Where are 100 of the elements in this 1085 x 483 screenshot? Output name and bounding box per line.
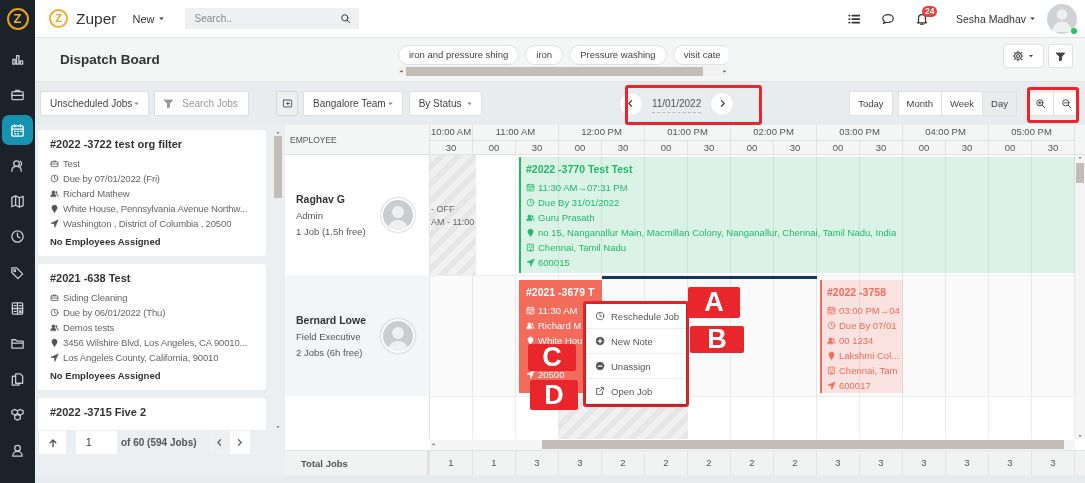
clock-icon — [526, 198, 535, 207]
job-detail: White Hou — [538, 334, 583, 347]
job-title: #2022 -3715 Five 2 — [50, 406, 148, 418]
annotation-label: C — [528, 344, 576, 371]
today-button[interactable]: Today — [849, 91, 893, 116]
minute-label: 30 — [602, 141, 645, 154]
team-dropdown[interactable]: Bangalore Team — [303, 91, 403, 116]
employee-name: Raghav G — [296, 193, 346, 205]
location-pin-icon — [827, 351, 836, 360]
hour-label: 04:00 PM — [903, 125, 989, 140]
brand-name: Zuper — [76, 9, 117, 28]
location-pin-icon — [50, 204, 59, 213]
logo[interactable]: Z — [6, 8, 29, 30]
grouping-dropdown[interactable]: By Status — [408, 91, 482, 116]
job-card[interactable]: #2022 -3715 Five 2 — [38, 398, 266, 430]
annotation-label: A — [688, 287, 740, 318]
job-card[interactable]: #2021 -638 Test Siding Cleaning Due by 06/01/2022 (Thu) Demos tests 3456 Wilshire Blvd, Los Angeles, CA 90010... Los Angeles County, California, 90010 No Employees Assigned — [38, 264, 266, 390]
total-count: 3 — [559, 451, 602, 475]
view-tab[interactable]: Day — [983, 91, 1017, 116]
scrollbar-thumb[interactable] — [274, 136, 282, 198]
filter-chip[interactable]: iron — [525, 45, 564, 65]
menu-item[interactable]: Reschedule Job — [586, 304, 686, 329]
cubes-icon — [10, 407, 25, 423]
minute-label: 00 — [817, 141, 860, 154]
external-link-icon — [595, 386, 605, 396]
filter-chip[interactable]: Pressure washing — [569, 45, 667, 65]
panel-toggle-button[interactable] — [276, 91, 298, 116]
column-heading: EMPLOYEE — [285, 125, 430, 154]
hour-label: 11:00 AM — [473, 125, 559, 140]
minute-label: 00 — [645, 141, 688, 154]
scrollbar-thumb[interactable] — [542, 440, 1064, 449]
minute-label: 30 — [516, 141, 559, 154]
scrollbar-thumb[interactable] — [1076, 163, 1084, 183]
menu-item[interactable]: Unassign — [586, 354, 686, 379]
navigation-arrow-icon — [50, 219, 59, 228]
chat-icon[interactable] — [880, 11, 895, 26]
total-count: 3 — [989, 451, 1032, 475]
total-count: 2 — [731, 451, 774, 475]
employee-role: Field Executive — [296, 330, 362, 342]
previous-day-button[interactable] — [618, 91, 643, 116]
menu-item[interactable]: Open Job — [586, 379, 686, 404]
next-page-button[interactable] — [229, 431, 250, 454]
calendar-icon — [526, 183, 535, 192]
employee-role: Admin — [296, 210, 324, 221]
back-to-top-button[interactable] — [39, 431, 66, 454]
filter-chip[interactable]: visit cate — [672, 45, 728, 65]
person-icon — [10, 443, 25, 459]
job-filter-dropdown[interactable]: Unscheduled Jobs — [40, 91, 150, 116]
job-detail: 600015 — [538, 256, 570, 270]
job-detail: Demos tests — [63, 321, 115, 335]
hour-label: 02:00 PM — [731, 125, 817, 140]
job-detail: 03:00 PM→04 — [839, 304, 900, 318]
totals-label: Total Jobs — [285, 451, 430, 475]
job-detail: 11:30 AM — [538, 304, 578, 318]
job-detail: White House, Pennsylvania Avenue Northw... — [63, 202, 248, 216]
total-count: 2 — [688, 451, 731, 475]
job-detail: Due By 31/01/2022 — [538, 196, 620, 210]
documents-icon — [10, 371, 25, 387]
caret-icon — [132, 99, 142, 108]
view-tab[interactable]: Week — [941, 91, 984, 116]
job-detail: Due by 07/01/2022 (Fri) — [63, 172, 160, 186]
minute-label: 30 — [688, 141, 731, 154]
horizontal-scrollbar[interactable] — [430, 439, 1075, 450]
date-picker[interactable]: 11/01/2022 — [651, 94, 702, 113]
map-icon — [10, 193, 25, 209]
filter-chip[interactable]: iron and pressure shing — [398, 45, 520, 65]
minute-label: 30 — [774, 141, 817, 154]
menu-item[interactable]: New Note — [586, 329, 686, 354]
job-detail: Chennai, Tamil Nadu — [538, 241, 626, 255]
search-icon — [339, 13, 351, 24]
people-icon — [526, 213, 535, 222]
minus-circle-icon — [595, 361, 605, 371]
job-detail: Richard M — [538, 319, 582, 333]
job-detail: Washington , District of Columbia , 20500 — [63, 217, 232, 231]
people-icon — [50, 323, 59, 332]
user-menu[interactable]: Sesha Madhav — [955, 12, 1037, 25]
minute-label: 30 — [946, 141, 989, 154]
job-detail: Siding Cleaning — [63, 291, 128, 305]
briefcase-icon — [50, 293, 59, 302]
sidebar-item[interactable] — [2, 115, 33, 146]
view-tab[interactable]: Month — [897, 91, 942, 116]
tag-icon — [10, 265, 25, 281]
zoom-out-icon — [1061, 98, 1072, 109]
minute-label: 30 — [860, 141, 903, 154]
hour-label: 12:00 PM — [559, 125, 645, 140]
building-icon — [827, 366, 836, 375]
people-icon — [526, 321, 535, 330]
total-count: 2 — [645, 451, 688, 475]
job-card[interactable]: #2022 -3722 test org filter Test Due by 07/01/2022 (Fri) Richard Mathew White House, Pennsylvania Avenue Northw... Washington , District of Columbia , 20500 No Employees Assigned — [38, 130, 266, 256]
filter-button[interactable] — [1048, 44, 1073, 68]
off-time-label: - OFF — [431, 203, 456, 214]
caret-icon — [1027, 52, 1035, 60]
zoom-in-icon — [1035, 98, 1046, 109]
vertical-scrollbar[interactable] — [273, 130, 283, 430]
settings-button[interactable] — [1003, 44, 1044, 68]
vertical-scrollbar[interactable] — [1075, 155, 1085, 439]
caret-icon — [385, 99, 395, 108]
page-number-field[interactable]: 1 — [76, 431, 117, 454]
calendar-icon — [827, 306, 836, 315]
new-menu-button[interactable]: New — [132, 12, 166, 25]
